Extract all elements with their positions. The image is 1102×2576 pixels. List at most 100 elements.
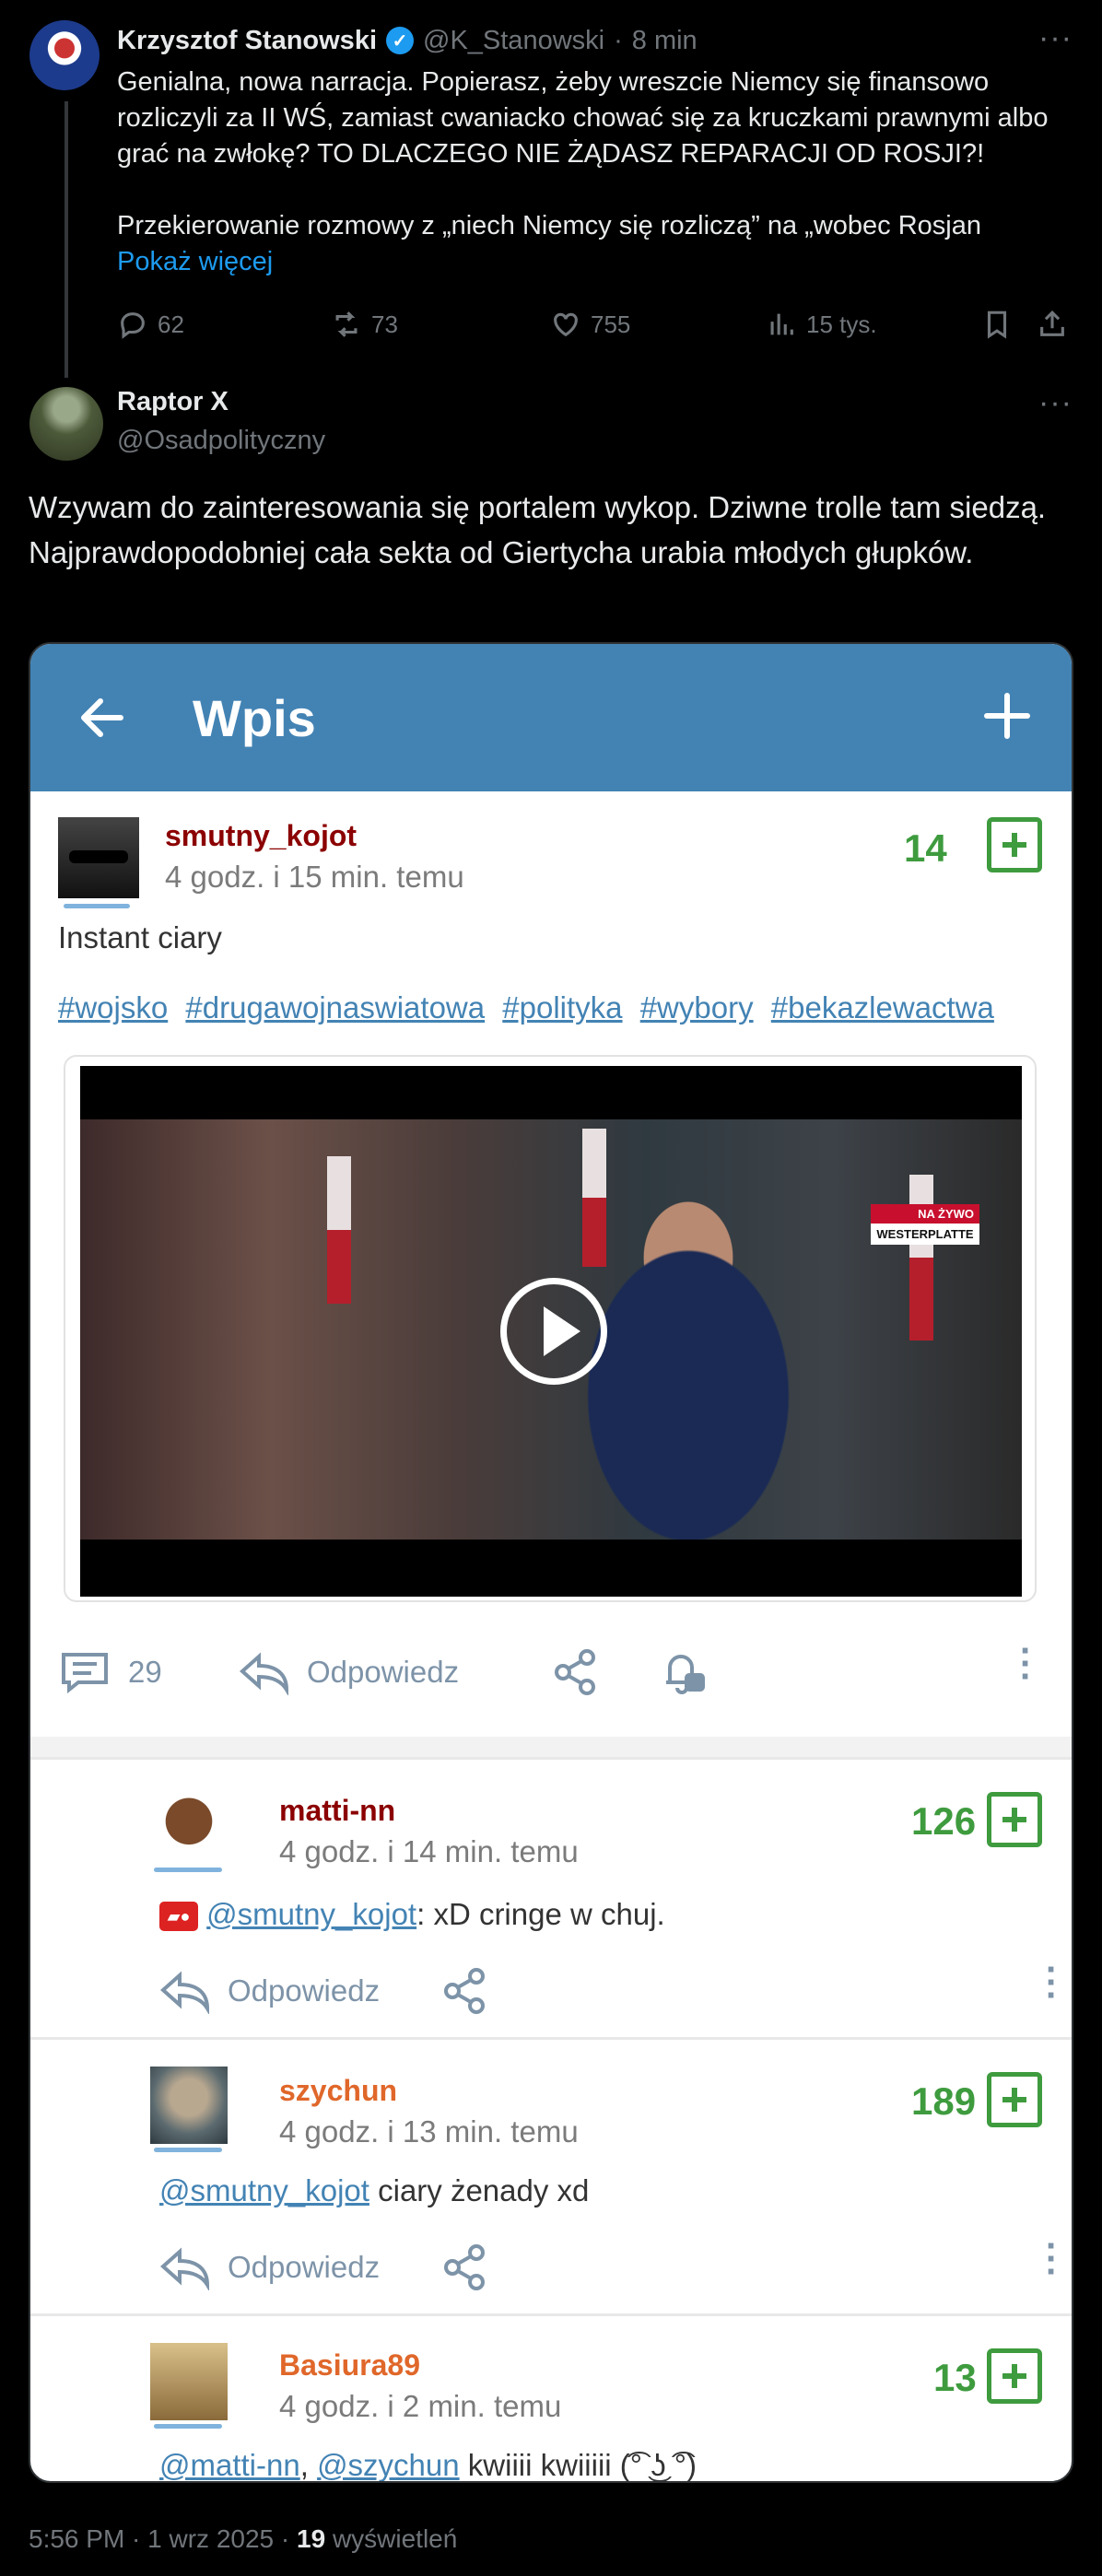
more-options-icon[interactable]: ···: [1046, 1951, 1058, 2019]
share-button[interactable]: [441, 1963, 489, 2019]
tag-link[interactable]: #drugawojnaswiatowa: [185, 990, 485, 1025]
notify-button[interactable]: [657, 1645, 707, 1700]
more-options-icon[interactable]: ···: [1046, 2228, 1058, 2295]
upvote-button[interactable]: [987, 817, 1042, 872]
tag-link[interactable]: #wojsko: [58, 990, 168, 1025]
vote-score: 189: [911, 2079, 977, 2123]
comment-body: @matti-nn, @szychun kwiiii kwiiiii (͡° ͜…: [159, 2448, 697, 2482]
parent-tweet[interactable]: Krzysztof Stanowski ✓ @K_Stanowski · 8 m…: [0, 0, 1102, 378]
flag: [582, 1129, 606, 1267]
entry-username[interactable]: smutny_kojot: [165, 819, 357, 853]
vote-score: 13: [933, 2356, 977, 2399]
tag-list: #wojsko #drugawojnaswiatowa #polityka #w…: [58, 990, 1003, 1025]
bookmark-button[interactable]: [981, 304, 1013, 345]
avatar[interactable]: [150, 2343, 228, 2420]
comment-text: ciary żenady xd: [369, 2173, 590, 2207]
tweet-meta: 5:56 PM · 1 wrz 2025 · 19 wyświetleń: [29, 2524, 457, 2554]
share-button[interactable]: [1037, 304, 1068, 345]
mention-link[interactable]: @szychun: [317, 2448, 460, 2481]
mention-link[interactable]: @matti-nn: [159, 2448, 300, 2481]
like-button[interactable]: 755: [550, 304, 630, 345]
share-button[interactable]: [441, 2240, 489, 2295]
comments-button[interactable]: 29: [58, 1645, 162, 1700]
avatar[interactable]: [58, 817, 139, 898]
video-embed[interactable]: NA ŻYWO WESTERPLATTE: [64, 1055, 1037, 1602]
avatar-underline: [64, 904, 130, 908]
reply-button[interactable]: Odpowiedz: [239, 1645, 459, 1700]
comment-time: 4 godz. i 2 min. temu: [279, 2389, 562, 2423]
show-more-link[interactable]: Pokaż więcej: [117, 244, 1075, 280]
comment-item: szychun 4 godz. i 13 min. temu 189 @smut…: [47, 2039, 1059, 2313]
reply-count: 62: [158, 310, 184, 338]
device-badge-icon: ▰●: [159, 1902, 198, 1932]
share-icon: [444, 2244, 485, 2290]
more-options-icon[interactable]: ···: [1038, 20, 1073, 56]
app-header: Wpis: [30, 644, 1072, 791]
embedded-screenshot[interactable]: Wpis smutny_kojot 4 godz. i 15 min. temu…: [29, 642, 1073, 2483]
app-title: Wpis: [193, 689, 316, 747]
repost-button[interactable]: 73: [331, 304, 398, 345]
avatar[interactable]: [150, 2067, 228, 2144]
tag-link[interactable]: #polityka: [502, 990, 622, 1025]
bell-icon: [666, 1655, 705, 1694]
reply-button[interactable]: 62: [117, 304, 184, 345]
upvote-button[interactable]: [987, 1792, 1042, 1847]
reply-label: Odpowiedz: [228, 1973, 381, 2008]
views-label: wyświetleń: [325, 2524, 458, 2553]
tag-link[interactable]: #wybory: [640, 990, 754, 1025]
mention-link[interactable]: @smutny_kojot: [159, 2173, 369, 2207]
tweet-timestamp[interactable]: 5:56 PM · 1 wrz 2025 ·: [29, 2524, 297, 2553]
comment-text: : xD cringe w chuj.: [416, 1897, 665, 1931]
add-icon[interactable]: [979, 688, 1035, 744]
comment-username[interactable]: szychun: [279, 2074, 397, 2108]
author-handle[interactable]: @K_Stanowski: [423, 26, 604, 56]
share-button[interactable]: [552, 1645, 600, 1700]
comment-time: 4 godz. i 13 min. temu: [279, 2114, 579, 2149]
video-player[interactable]: NA ŻYWO WESTERPLATTE: [80, 1066, 1022, 1597]
tag-link[interactable]: #bekazlewactwa: [771, 990, 994, 1025]
live-badge: NA ŻYWO WESTERPLATTE: [871, 1204, 979, 1245]
reply-arrow-icon: [159, 1971, 210, 2014]
avatar-underline: [154, 2424, 222, 2429]
comment-username[interactable]: Basiura89: [279, 2348, 420, 2383]
play-icon[interactable]: [500, 1278, 607, 1385]
reply-button[interactable]: Odpowiedz: [159, 1963, 380, 2019]
back-arrow-icon[interactable]: [75, 690, 130, 745]
separator: ·: [614, 25, 623, 55]
comment-actions: Odpowiedz · · ·: [159, 2228, 1058, 2295]
entry-body: Instant ciary: [58, 920, 222, 954]
comment-item: matti-nn 4 godz. i 14 min. temu 126 ▰● @…: [47, 1759, 1059, 2035]
bookmark-icon: [987, 310, 1007, 339]
tweet-paragraph-2: Przekierowanie rozmowy z „niech Niemcy s…: [117, 211, 981, 240]
tweet-text: Genialna, nowa narracja. Popierasz, żeby…: [117, 64, 1075, 280]
repost-icon: [335, 311, 358, 337]
upvote-button[interactable]: [987, 2072, 1042, 2127]
vote-score: 126: [911, 1799, 977, 1843]
like-count: 755: [591, 310, 631, 338]
comments-icon: [62, 1653, 108, 1694]
tweet-time[interactable]: 8 min: [632, 26, 698, 56]
mention-link[interactable]: @smutny_kojot: [206, 1897, 416, 1931]
avatar[interactable]: [29, 20, 100, 90]
avatar[interactable]: [150, 1786, 228, 1864]
location-label: WESTERPLATTE: [871, 1224, 979, 1245]
repost-count: 73: [371, 310, 398, 338]
comment-body: @smutny_kojot ciary żenady xd: [159, 2173, 589, 2208]
more-options-icon[interactable]: ···: [1038, 385, 1073, 421]
more-options-icon[interactable]: ···: [1020, 1633, 1032, 1700]
heart-icon: [554, 312, 578, 337]
author-name[interactable]: Krzysztof Stanowski: [117, 26, 377, 56]
author-name[interactable]: Raptor X: [117, 387, 229, 417]
comment-username[interactable]: matti-nn: [279, 1794, 395, 1828]
avatar-underline: [154, 2148, 222, 2152]
reply-arrow-icon: [239, 1652, 289, 1695]
thread-line: [64, 101, 68, 378]
avatar-underline: [154, 1868, 222, 1872]
views-button[interactable]: 15 tys.: [766, 304, 877, 345]
author-handle[interactable]: @Osadpolityczny: [117, 426, 325, 456]
comment-body: ▰● @smutny_kojot: xD cringe w chuj.: [159, 1897, 665, 1932]
upvote-button[interactable]: [987, 2348, 1042, 2404]
reply-label: Odpowiedz: [228, 2250, 381, 2284]
reply-button[interactable]: Odpowiedz: [159, 2240, 380, 2295]
avatar[interactable]: [29, 387, 103, 461]
